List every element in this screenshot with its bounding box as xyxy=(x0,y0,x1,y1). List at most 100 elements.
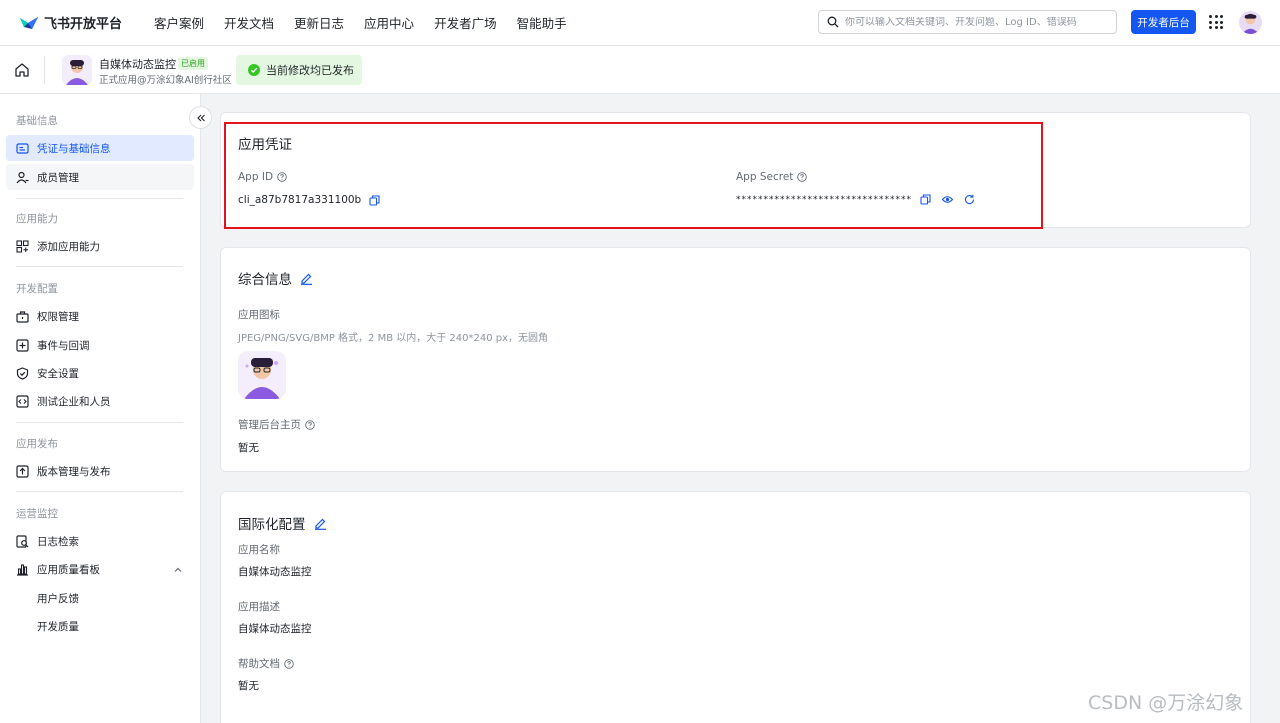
app-grid-icon[interactable] xyxy=(1209,15,1223,29)
sidebar-item-permissions[interactable]: 权限管理 xyxy=(6,303,194,329)
admin-home-value: 暂无 xyxy=(238,442,259,454)
divider xyxy=(16,422,183,423)
user-icon xyxy=(16,171,29,183)
sidebar-item-label: 版本管理与发布 xyxy=(37,465,111,478)
double-chevron-left-icon xyxy=(196,114,205,121)
search-icon xyxy=(827,16,839,28)
edit-icon[interactable] xyxy=(314,517,327,530)
nav-ai-assistant[interactable]: 智能助手 xyxy=(517,13,567,32)
app-desc-label: 应用描述 xyxy=(238,601,280,613)
sidebar: 基础信息 凭证与基础信息 成员管理 应用能力 添加应用能力 开发配置 权限管理 … xyxy=(0,94,201,723)
divider xyxy=(44,56,45,84)
app-secret-label: App Secret xyxy=(736,171,808,183)
app-id-label: App ID xyxy=(238,171,287,183)
id-card-icon xyxy=(16,142,29,154)
nav-dev-docs[interactable]: 开发文档 xyxy=(224,13,274,32)
help-icon[interactable] xyxy=(797,172,808,182)
divider xyxy=(16,266,183,267)
briefcase-icon xyxy=(16,310,29,323)
sidebar-item-label: 测试企业和人员 xyxy=(37,395,111,408)
sidebar-item-events[interactable]: 事件与回调 xyxy=(6,332,194,358)
section-title-release: 应用发布 xyxy=(16,438,58,450)
section-title-basic: 基础信息 xyxy=(16,115,58,127)
upload-icon xyxy=(16,464,29,478)
event-icon xyxy=(16,338,29,352)
sidebar-item-members[interactable]: 成员管理 xyxy=(6,164,194,190)
help-icon[interactable] xyxy=(305,419,315,430)
section-title-monitoring: 运营监控 xyxy=(16,508,58,520)
app-icon-hint: JPEG/PNG/SVG/BMP 格式，2 MB 以内，大于 240*240 p… xyxy=(238,333,549,344)
sidebar-item-versions[interactable]: 版本管理与发布 xyxy=(6,458,194,484)
publish-status: 当前修改均已发布 xyxy=(236,55,362,85)
user-avatar[interactable] xyxy=(1239,11,1262,34)
app-name-value: 自媒体动态监控 xyxy=(238,566,312,578)
sidebar-item-test-tenants[interactable]: 测试企业和人员 xyxy=(6,388,194,414)
app-id-value: cli_a87b7817a331100b xyxy=(238,194,380,206)
app-name: 自媒体动态监控 xyxy=(99,58,176,71)
eye-icon[interactable] xyxy=(942,194,953,205)
watermark: CSDN @万涂幻象 xyxy=(1088,692,1244,714)
log-search-icon xyxy=(16,534,29,548)
shield-icon xyxy=(16,366,29,380)
app-subtitle: 正式应用@万涂幻象AI创行社区 xyxy=(99,75,232,86)
top-nav: 客户案例 开发文档 更新日志 应用中心 开发者广场 智能助手 xyxy=(154,13,587,32)
search-box[interactable] xyxy=(818,10,1117,34)
sidebar-item-credentials[interactable]: 凭证与基础信息 xyxy=(6,135,194,161)
nav-app-center[interactable]: 应用中心 xyxy=(364,13,414,32)
help-doc-label: 帮助文档 xyxy=(238,656,294,671)
help-doc-value: 暂无 xyxy=(238,680,259,692)
copy-icon[interactable] xyxy=(369,194,380,206)
sidebar-item-quality-dashboard[interactable]: 应用质量看板 xyxy=(6,556,194,582)
sidebar-item-label: 安全设置 xyxy=(37,367,79,380)
home-icon[interactable] xyxy=(14,62,30,78)
sidebar-item-label: 添加应用能力 xyxy=(37,240,100,253)
sidebar-item-label: 权限管理 xyxy=(37,310,79,323)
nav-changelog[interactable]: 更新日志 xyxy=(294,13,344,32)
code-icon xyxy=(16,394,29,408)
app-status-badge: 已启用 xyxy=(178,57,208,70)
refresh-icon[interactable] xyxy=(964,194,975,205)
copy-icon[interactable] xyxy=(920,194,931,205)
bar-chart-icon xyxy=(17,563,28,576)
sidebar-item-label: 凭证与基础信息 xyxy=(37,142,111,155)
feishu-logo-icon xyxy=(20,16,38,29)
general-info-card: 综合信息 应用图标 JPEG/PNG/SVG/BMP 格式，2 MB 以内，大于… xyxy=(220,247,1251,472)
chevron-up-icon[interactable] xyxy=(173,565,183,575)
app-secret-value: ******************************** xyxy=(736,194,975,205)
sidebar-item-security[interactable]: 安全设置 xyxy=(6,360,194,386)
nav-dev-plaza[interactable]: 开发者广场 xyxy=(434,13,497,32)
admin-home-label: 管理后台主页 xyxy=(238,417,315,432)
credentials-title: 应用凭证 xyxy=(238,137,292,153)
sidebar-subitem-user-feedback[interactable]: 用户反馈 xyxy=(37,591,79,606)
help-icon[interactable] xyxy=(284,658,294,669)
divider xyxy=(16,491,183,492)
app-name-label: 应用名称 xyxy=(238,544,280,556)
logo-text: 飞书开放平台 xyxy=(44,17,123,32)
collapse-sidebar-button[interactable] xyxy=(189,106,212,129)
sidebar-item-log-search[interactable]: 日志检索 xyxy=(6,528,194,554)
credentials-card: 应用凭证 App ID cli_a87b7817a331100b App Sec… xyxy=(220,112,1251,228)
nav-customer-cases[interactable]: 客户案例 xyxy=(154,13,204,32)
grid-plus-icon xyxy=(16,239,29,253)
app-header: 自媒体动态监控 已启用 正式应用@万涂幻象AI创行社区 当前修改均已发布 xyxy=(0,46,1280,94)
app-icon-image[interactable] xyxy=(238,351,286,399)
publish-status-text: 当前修改均已发布 xyxy=(266,64,354,77)
sidebar-item-label: 成员管理 xyxy=(37,171,79,184)
edit-icon[interactable] xyxy=(300,272,313,285)
feishu-logo[interactable]: 飞书开放平台 xyxy=(18,13,136,32)
help-icon[interactable] xyxy=(277,172,287,182)
dev-console-button[interactable]: 开发者后台 xyxy=(1131,10,1196,34)
search-input[interactable] xyxy=(845,16,1105,28)
section-title-dev-config: 开发配置 xyxy=(16,283,58,295)
i18n-title: 国际化配置 xyxy=(238,513,327,533)
app-desc-value: 自媒体动态监控 xyxy=(238,623,312,635)
sidebar-item-label: 日志检索 xyxy=(37,535,79,548)
app-icon-label: 应用图标 xyxy=(238,309,280,321)
general-info-title: 综合信息 xyxy=(238,268,313,288)
sidebar-item-add-capability[interactable]: 添加应用能力 xyxy=(6,233,194,259)
sidebar-item-label: 应用质量看板 xyxy=(37,563,100,576)
divider xyxy=(16,198,183,199)
sidebar-subitem-dev-quality[interactable]: 开发质量 xyxy=(37,619,79,634)
section-title-capability: 应用能力 xyxy=(16,213,58,225)
check-circle-icon xyxy=(248,64,260,76)
